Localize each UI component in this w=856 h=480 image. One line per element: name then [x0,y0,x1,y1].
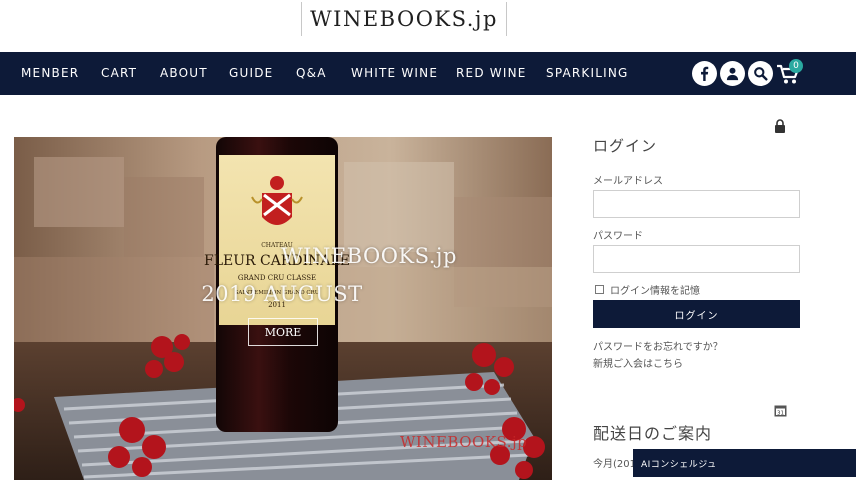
more-button[interactable]: MORE [248,318,318,346]
login-button[interactable]: ログイン [593,300,800,328]
main-nav: MENBER CART ABOUT GUIDE Q&A WHITE WINE R… [0,52,856,95]
checkbox-box[interactable] [595,285,604,294]
hero-title: WINEBOOKS.jp [281,244,457,268]
site-header: WINEBOOKS.jp [0,0,856,52]
hero-date: 2019 AUGUST [201,282,363,306]
logo[interactable]: WINEBOOKS.jp [301,2,507,36]
user-icon[interactable] [720,61,745,86]
search-icon[interactable] [748,61,773,86]
calendar-icon: 31 [774,405,787,417]
lock-icon [775,119,785,133]
hero-image: CHATEAU FLEUR CARDINALE GRAND CRU CLASSE… [14,137,552,480]
email-field[interactable] [593,190,800,218]
login-title: ログイン [593,137,658,155]
ai-concierge-bar[interactable]: AIコンシェルジュ [633,449,856,477]
nav-item-qa[interactable]: Q&A [296,66,327,80]
email-label: メールアドレス [593,176,663,187]
nav-item-sparkling[interactable]: SPARKILING [546,66,629,80]
nav-item-red-wine[interactable]: RED WINE [456,66,527,80]
password-label: パスワード [593,231,643,242]
hero-watermark: WINEBOOKS.jp [400,433,528,451]
svg-text:31: 31 [777,410,784,416]
remember-checkbox[interactable]: ログイン情報を記憶 [595,282,700,297]
facebook-icon[interactable] [692,61,717,86]
nav-item-cart[interactable]: CART [101,66,137,80]
delivery-text: 今月(201 [593,459,636,470]
nav-item-member[interactable]: MENBER [21,66,79,80]
nav-item-guide[interactable]: GUIDE [229,66,273,80]
delivery-title: 配送日のご案内 [593,424,713,443]
cart-count-badge: 0 [789,59,803,73]
forgot-password-link[interactable]: パスワードをお忘れですか？ [593,338,723,353]
label-line3: GRAND CRU CLASSE [238,274,316,282]
nav-item-about[interactable]: ABOUT [160,66,208,80]
hero-banner[interactable]: CHATEAU FLEUR CARDINALE GRAND CRU CLASSE… [14,137,552,480]
password-field[interactable] [593,245,800,273]
cart-icon[interactable]: 0 [776,59,803,86]
register-link[interactable]: 新規ご入会はこちら [593,355,683,370]
nav-item-white-wine[interactable]: WHITE WINE [351,66,438,80]
remember-label: ログイン情報を記憶 [610,286,700,297]
logo-text[interactable]: WINEBOOKS.jp [310,7,498,31]
